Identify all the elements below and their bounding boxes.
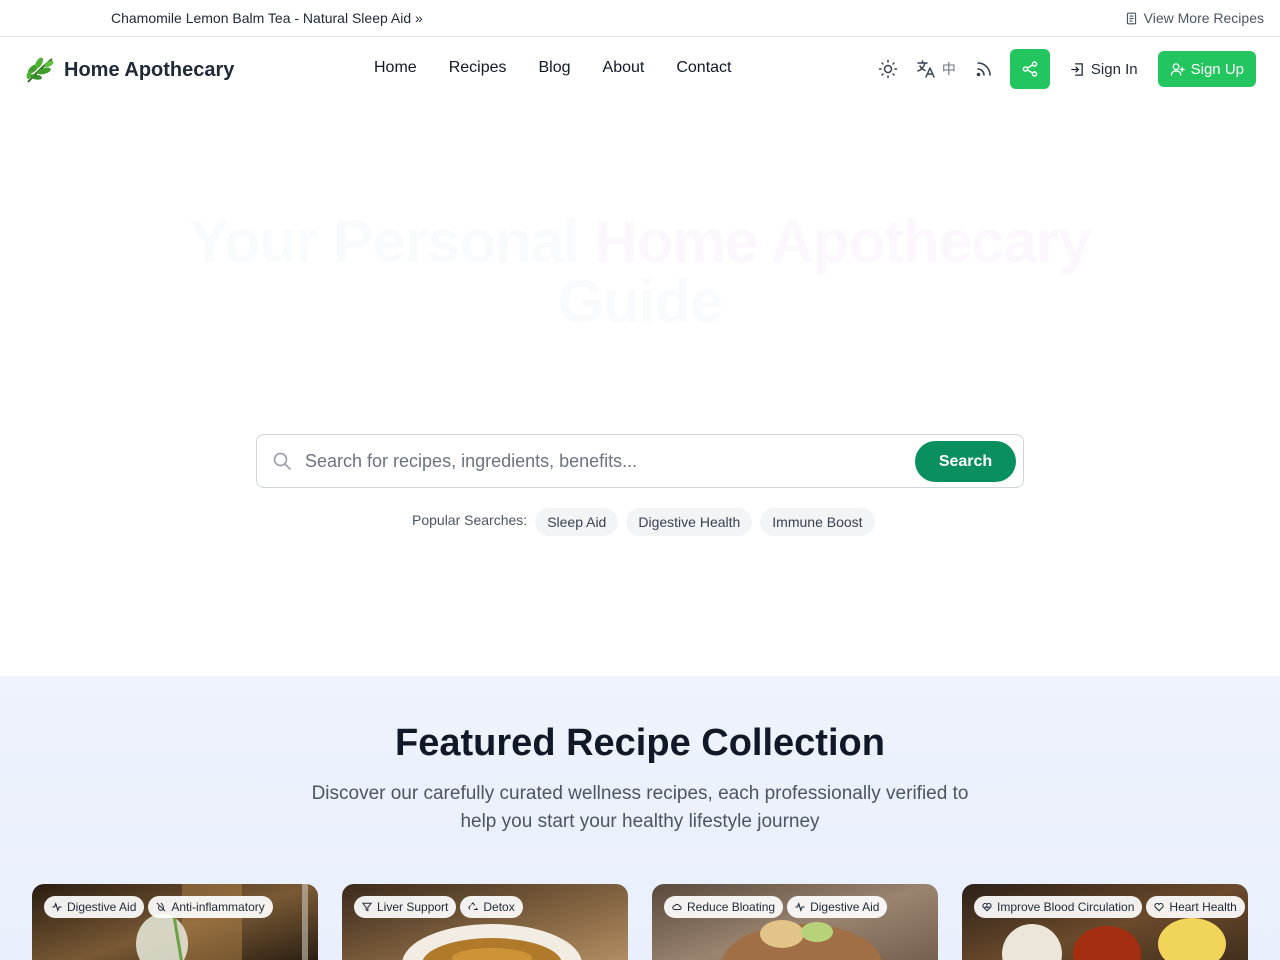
language-label: 中	[941, 61, 956, 77]
popular-chip-immune-boost[interactable]: Immune Boost	[760, 508, 875, 536]
announcement-link[interactable]: Chamomile Lemon Balm Tea - Natural Sleep…	[111, 10, 423, 26]
nav-item-blog[interactable]: Blog	[539, 59, 571, 77]
pulse-icon	[795, 902, 805, 912]
herb-leaves-icon	[26, 57, 54, 83]
search-icon	[273, 452, 291, 470]
main-navbar: Home Apothecary Home Recipes Blog About …	[0, 37, 1280, 101]
heart-pulse-icon	[982, 903, 992, 912]
brand[interactable]: Home Apothecary	[24, 55, 234, 85]
card-tag-label: Digestive Aid	[67, 900, 137, 914]
nav-item-contact[interactable]: Contact	[676, 59, 731, 77]
card-tag[interactable]: Digestive Aid	[787, 896, 888, 918]
recipe-card[interactable]: Reduce Bloating Digestive Aid	[652, 884, 938, 960]
search-button[interactable]: Search	[915, 441, 1016, 482]
popular-chip-sleep-aid[interactable]: Sleep Aid	[535, 508, 619, 536]
heart-icon	[1154, 903, 1165, 912]
translate-icon	[917, 60, 935, 78]
card-tags: Improve Blood Circulation Heart Health	[974, 896, 1245, 918]
nav-item-home[interactable]: Home	[374, 59, 417, 77]
view-more-recipes-link[interactable]: View More Recipes	[1125, 10, 1264, 26]
nav-tools: 中 Sign In Sign Up	[868, 49, 1256, 89]
brand-name: Home Apothecary	[64, 58, 235, 81]
card-tag[interactable]: Improve Blood Circulation	[974, 896, 1143, 918]
document-icon	[1126, 12, 1136, 24]
sun-icon	[878, 59, 898, 79]
card-tag[interactable]: Anti-inflammatory	[148, 896, 273, 918]
language-switch-button[interactable]: 中	[908, 49, 964, 89]
nav-item-about[interactable]: About	[603, 59, 645, 77]
popular-chip-digestive-health[interactable]: Digestive Health	[626, 508, 753, 536]
hero-title-accent: Home Apothecary	[594, 208, 1091, 275]
user-plus-icon	[1170, 62, 1185, 76]
card-tag-label: Detox	[483, 900, 515, 914]
card-tag-label: Digestive Aid	[810, 900, 880, 914]
nav-item-recipes[interactable]: Recipes	[449, 59, 507, 77]
rss-button[interactable]	[964, 49, 1004, 89]
hero-title-start: Your Personal	[189, 208, 595, 275]
view-more-label: View More Recipes	[1143, 10, 1264, 26]
card-tag-label: Heart Health	[1169, 900, 1237, 914]
popular-searches-label: Popular Searches:	[412, 512, 528, 528]
rss-icon	[976, 62, 991, 77]
card-tags: Liver Support Detox	[354, 896, 523, 918]
cloud-icon	[672, 903, 682, 910]
filter-icon	[362, 902, 372, 912]
card-tags: Reduce Bloating Digestive Aid	[664, 896, 888, 918]
sign-up-label: Sign Up	[1190, 60, 1244, 78]
card-tag-label: Improve Blood Circulation	[997, 900, 1135, 914]
hero-title-end: Guide	[557, 268, 723, 335]
search-input[interactable]	[305, 445, 905, 477]
card-tags: Digestive Aid Anti-inflammatory	[44, 896, 273, 918]
recipe-card[interactable]: Digestive Aid Anti-inflammatory	[32, 884, 318, 960]
hero-search-box: Search	[256, 434, 1024, 488]
featured-subtitle: Discover our carefully curated wellness …	[311, 783, 969, 832]
sign-in-icon	[1071, 62, 1083, 76]
recipe-card[interactable]: Liver Support Detox	[342, 884, 628, 960]
recipe-card[interactable]: Improve Blood Circulation Heart Health	[962, 884, 1248, 960]
theme-toggle-button[interactable]	[868, 49, 908, 89]
recycle-icon	[468, 902, 479, 910]
card-tag-label: Anti-inflammatory	[171, 900, 265, 914]
featured-section: Featured Recipe Collection Discover our …	[0, 676, 1280, 960]
flame-off-icon	[156, 902, 166, 912]
card-tag[interactable]: Detox	[460, 896, 523, 918]
card-tag[interactable]: Reduce Bloating	[664, 896, 784, 918]
share-icon	[1022, 61, 1038, 77]
share-button[interactable]	[1009, 49, 1050, 89]
card-tag-label: Liver Support	[377, 900, 449, 914]
featured-title: Featured Recipe Collection	[395, 722, 885, 764]
sign-in-label: Sign In	[1090, 60, 1138, 78]
pulse-icon	[52, 902, 62, 912]
popular-searches: Popular Searches: Sleep Aid Digestive He…	[412, 504, 875, 536]
card-tag[interactable]: Digestive Aid	[44, 896, 145, 918]
card-tag[interactable]: Liver Support	[354, 896, 457, 918]
announcement-bar: Chamomile Lemon Balm Tea - Natural Sleep…	[0, 0, 1280, 37]
sign-up-button[interactable]: Sign Up	[1157, 51, 1256, 87]
card-tag-label: Reduce Bloating	[687, 900, 776, 914]
sign-in-button[interactable]: Sign In	[1070, 61, 1138, 78]
card-tag[interactable]: Heart Health	[1146, 896, 1245, 918]
nav-menu: Home Recipes Blog About Contact	[374, 59, 731, 77]
hero-title: Your Personal Home Apothecary Guide	[140, 212, 1140, 332]
